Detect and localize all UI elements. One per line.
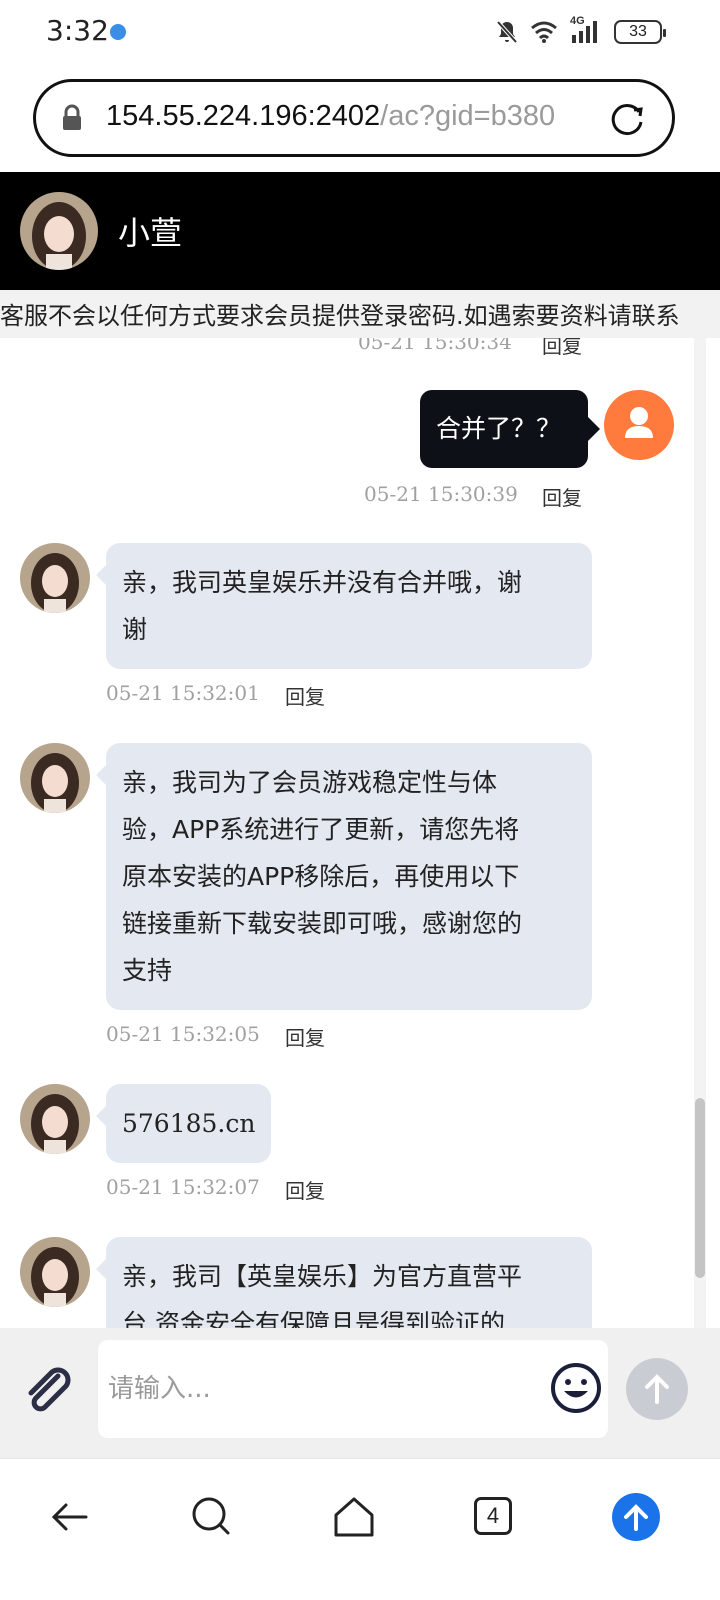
agent-avatar: [20, 1237, 90, 1307]
battery-icon: 33: [614, 20, 666, 44]
user-message-bubble: 合并了？？: [420, 390, 600, 468]
agent-avatar: [20, 1084, 90, 1154]
input-placeholder: 请输入...: [108, 1374, 211, 1404]
signal-icon: 4G: [570, 15, 602, 45]
message-text: 合并了？？: [436, 414, 562, 443]
paperclip-icon[interactable]: [22, 1364, 76, 1414]
reply-link[interactable]: 回复: [285, 1175, 325, 1204]
upload-icon: [612, 1493, 660, 1541]
notice-banner: 客服不会以任何方式要求会员提供登录密码.如遇索要资料请联系: [0, 290, 720, 338]
search-icon[interactable]: [188, 1493, 236, 1541]
agent-avatar: [20, 743, 90, 813]
status-icons: 4G: [496, 15, 602, 46]
message-time: 05-21 15:30:34: [358, 338, 512, 354]
notice-text: 客服不会以任何方式要求会员提供登录密码.如遇索要资料请联系: [0, 302, 680, 330]
mute-icon: [496, 20, 518, 44]
url-text[interactable]: 154.55.224.196:2402/ac?gid=b380: [106, 100, 584, 138]
agent-message-bubble: 亲，我司【英皇娱乐】为官方直营平 台,资金安全有保障且是得到验证的: [96, 1237, 592, 1328]
message-link[interactable]: 576185.cn: [122, 1100, 255, 1147]
message-line: 亲，我司英皇娱乐并没有合并哦，谢: [122, 568, 523, 597]
message-line: 链接重新下载安装即可哦，感谢您的: [122, 909, 523, 938]
url-path: /ac?gid=b380: [380, 100, 556, 132]
status-bar: 3:32 4G 33: [0, 0, 720, 66]
reply-link[interactable]: 回复: [542, 482, 582, 511]
upload-button[interactable]: [612, 1493, 660, 1541]
reply-link[interactable]: 回复: [285, 1022, 325, 1051]
tabs-button[interactable]: 4: [470, 1493, 518, 1541]
message-line: 谢: [122, 615, 148, 644]
agent-message-bubble: 576185.cn: [95, 1084, 272, 1163]
message-time: 05-21 15:32:01: [106, 681, 260, 705]
smile-icon[interactable]: [550, 1362, 602, 1414]
home-icon[interactable]: [330, 1493, 378, 1541]
back-icon[interactable]: [46, 1493, 94, 1541]
send-button[interactable]: [626, 1358, 688, 1420]
reply-link[interactable]: 回复: [285, 681, 325, 710]
scrollbar[interactable]: [694, 338, 706, 1328]
agent-avatar: [20, 192, 98, 270]
message-line: 支持: [122, 956, 173, 985]
message-list[interactable]: 05-21 15:30:34 回复 合并了？？ 05-21 15:30:39 回…: [0, 338, 720, 1328]
status-app-dot-icon: [110, 24, 126, 40]
chat-header: 小萱: [0, 172, 720, 290]
arrow-up-icon: [645, 1374, 669, 1404]
agent-message-bubble: 亲，我司英皇娱乐并没有合并哦，谢 谢: [96, 543, 592, 669]
lock-icon: [63, 104, 81, 130]
input-bar: 请输入...: [0, 1328, 720, 1458]
agent-avatar: [20, 543, 90, 613]
tab-count: 4: [474, 1497, 512, 1535]
url-host: 154.55.224.196:2402: [106, 100, 381, 132]
message-time: 05-21 15:32:05: [106, 1022, 260, 1046]
browser-nav-bar: 4: [0, 1458, 720, 1600]
user-avatar: [604, 390, 674, 460]
message-line: 原本安装的APP移除后，再使用以下: [122, 862, 520, 891]
wifi-icon: [531, 21, 557, 43]
scrollbar-thumb[interactable]: [695, 1098, 705, 1278]
agent-message-bubble: 亲，我司为了会员游戏稳定性与体 验，APP系统进行了更新，请您先将 原本安装的A…: [96, 743, 592, 1010]
message-line: 台,资金安全有保障且是得到验证的: [122, 1309, 505, 1328]
message-line: 亲，我司【英皇娱乐】为官方直营平: [122, 1262, 523, 1291]
status-time: 3:32: [46, 14, 109, 47]
message-time: 05-21 15:30:39: [364, 482, 518, 506]
message-time: 05-21 15:32:07: [106, 1175, 260, 1199]
battery-level: 33: [629, 23, 647, 40]
message-input[interactable]: 请输入...: [98, 1340, 608, 1438]
address-bar[interactable]: 154.55.224.196:2402/ac?gid=b380: [33, 79, 675, 157]
message-line: 亲，我司为了会员游戏稳定性与体: [122, 768, 498, 797]
message-line: 验，APP系统进行了更新，请您先将: [122, 815, 520, 844]
agent-name: 小萱: [118, 214, 183, 252]
reply-link[interactable]: 回复: [542, 338, 582, 359]
user-icon: [625, 407, 653, 438]
reload-icon[interactable]: [608, 100, 646, 138]
